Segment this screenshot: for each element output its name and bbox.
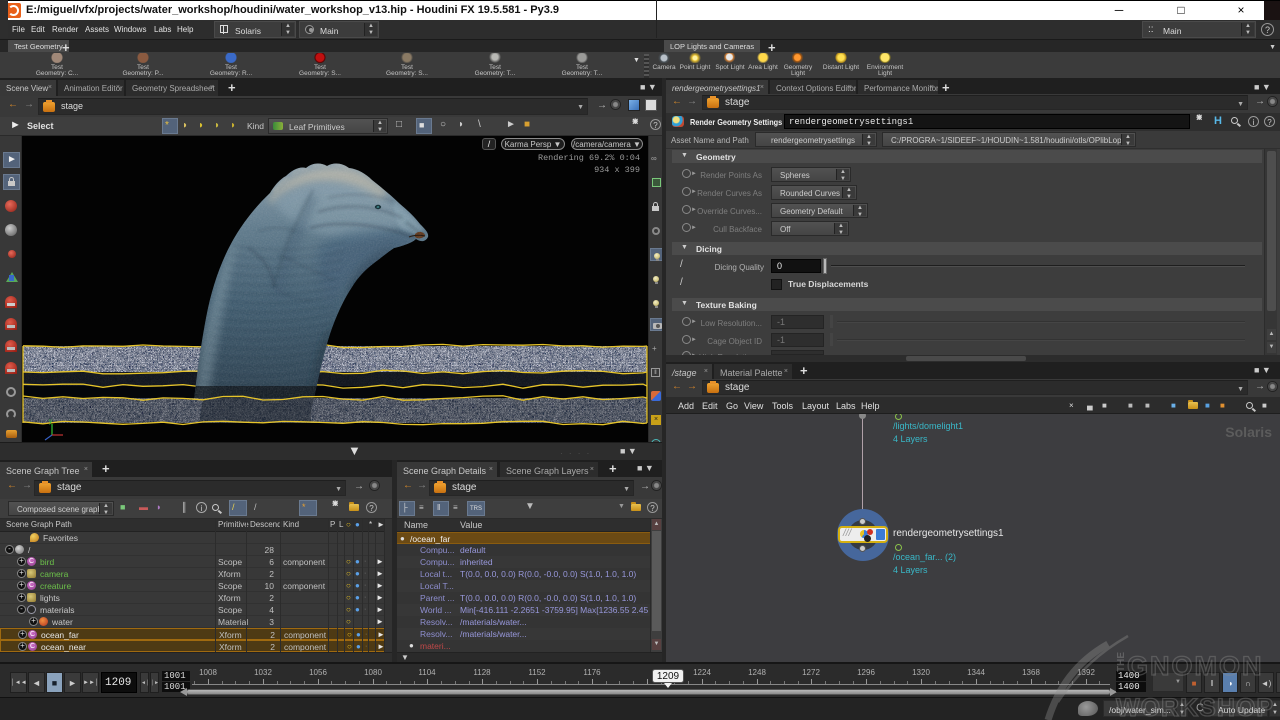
svg-text:y: y (49, 419, 52, 425)
